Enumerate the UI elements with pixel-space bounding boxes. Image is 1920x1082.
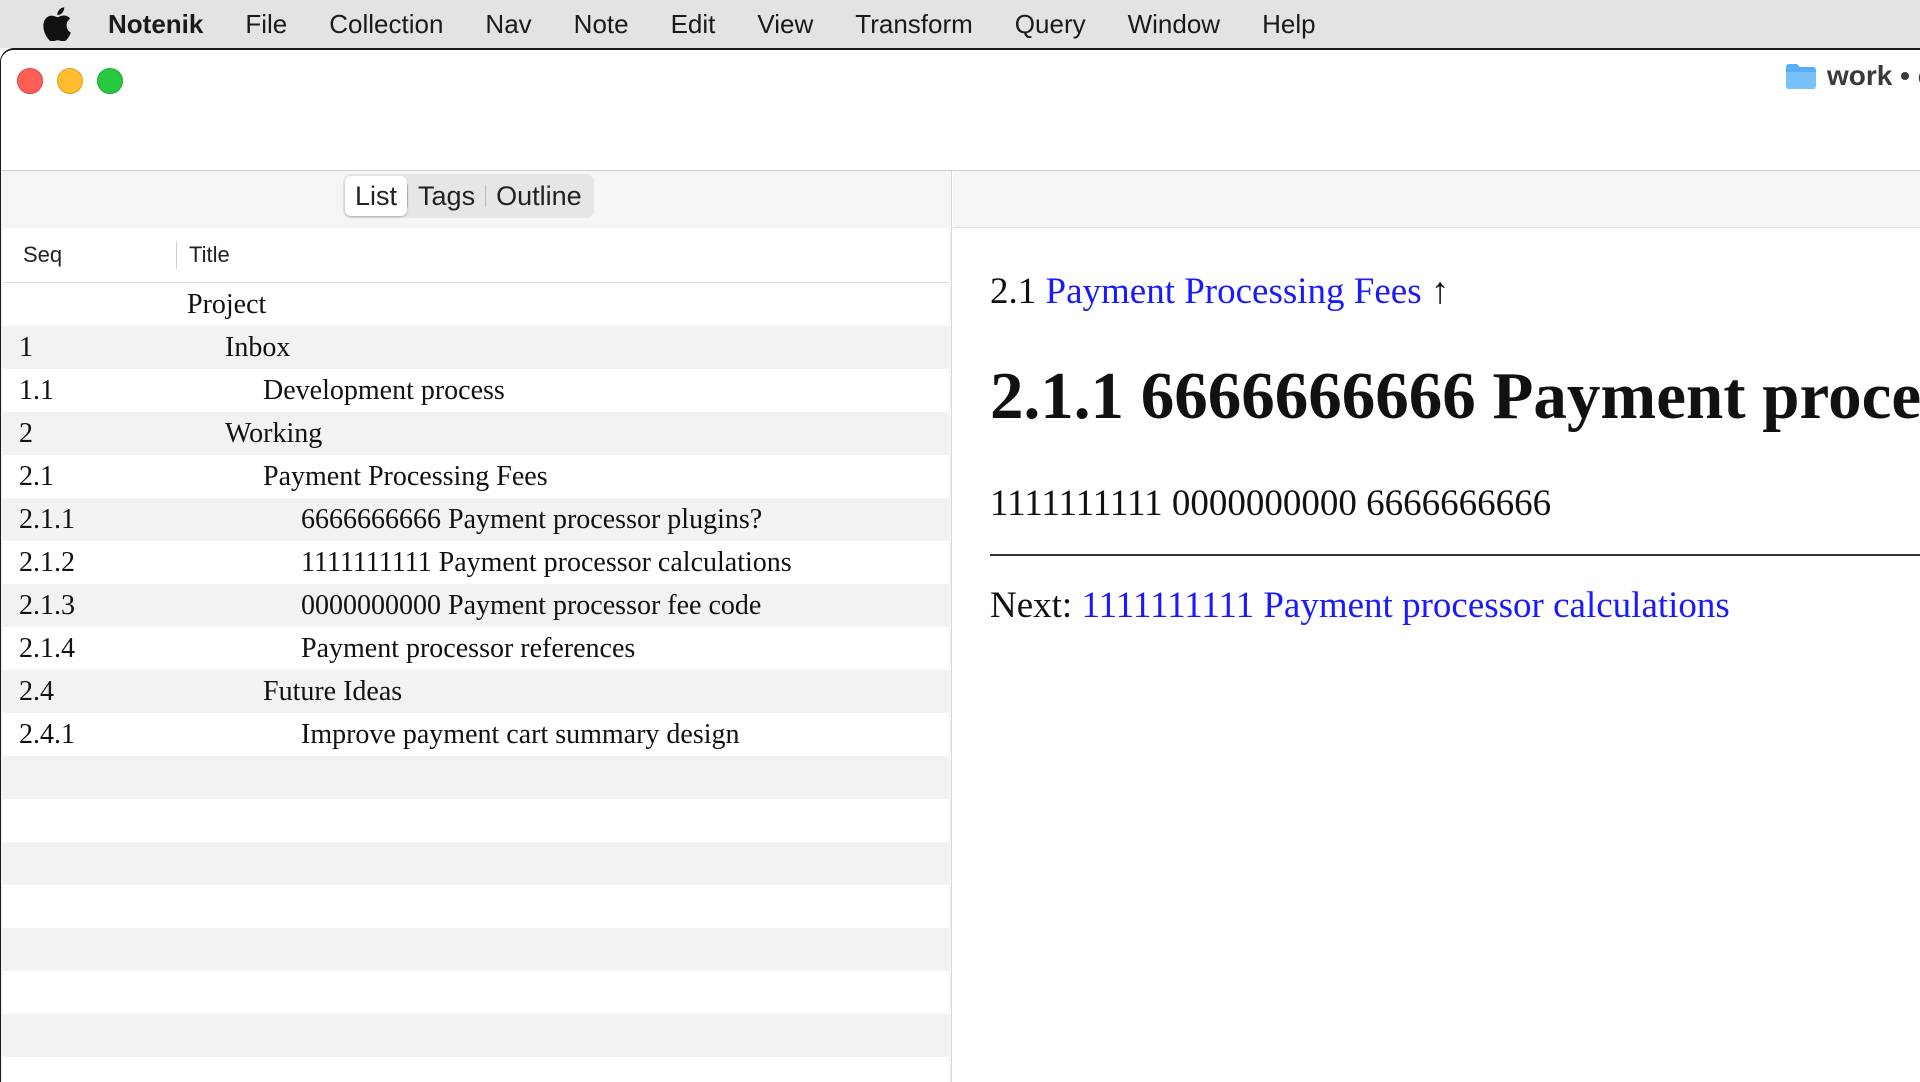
table-row[interactable]: 2.1.2 1111111111 Payment processor calcul… [3,541,949,584]
table-row[interactable]: 2 Working [3,412,949,455]
menu-note[interactable]: Note [574,9,629,40]
table-row[interactable]: 2.1 Payment Processing Fees [3,455,949,498]
row-seq: 2.1.2 [19,546,75,578]
empty-row [3,799,949,842]
table-row[interactable]: 2.4.1 Improve payment cart summary design [3,713,949,756]
menu-app-name[interactable]: Notenik [108,9,203,40]
parent-link-line: 2.1 Payment Processing Fees ↑ [990,270,1449,313]
column-header-title[interactable]: Title [177,242,230,268]
menu-window[interactable]: Window [1128,9,1220,40]
column-header-seq[interactable]: Seq [3,241,177,269]
row-title: Improve payment cart summary design [301,718,740,750]
row-seq: 1.1 [19,374,54,406]
menu-edit[interactable]: Edit [671,9,716,40]
close-window-button[interactable] [17,68,43,94]
parent-note-link[interactable]: Payment Processing Fees [1046,271,1422,312]
row-title: Payment processor references [301,632,636,664]
row-title: Working [225,417,323,449]
app-window: work • c List Tags Outline Seq Title Pro… [0,48,1920,1082]
menu-bar: Notenik File Collection Nav Note Edit Vi… [0,0,1920,48]
row-seq: 2.1 [19,460,54,492]
view-switcher: List Tags Outline [343,174,594,218]
table-row[interactable]: 2.1.1 6666666666 Payment processor plugin… [3,498,949,541]
empty-row [3,842,949,885]
apple-menu-icon[interactable] [40,7,74,41]
note-title: 2.1.1 6666666666 Payment processor plugi… [990,359,1920,433]
row-title: 0000000000 Payment processor fee code [301,589,762,621]
table-rows: Project 1 Inbox 1.1 Development process 2 Work… [3,283,949,1082]
row-title: Future Ideas [263,675,403,707]
window-title-text: work • c [1827,60,1920,91]
window-titlebar: work • c [1,50,1920,171]
row-seq: 2.1.4 [19,632,75,664]
folder-icon [1786,64,1816,89]
next-link-line: Next: 1111111111 Payment processor calcu… [990,584,1730,627]
table-row[interactable]: 2.1.3 0000000000 Payment processor fee co… [3,584,949,627]
window-title: work • c [1785,60,1920,92]
row-seq: 2.4.1 [19,718,75,750]
tab-tags[interactable]: Tags [408,176,485,216]
horizontal-rule [990,554,1920,556]
next-label: Next: [990,585,1073,626]
menu-nav[interactable]: Nav [485,9,531,40]
menu-help[interactable]: Help [1262,9,1315,40]
row-seq: 2.1.1 [19,503,75,535]
table-row[interactable]: 2.1.4 Payment processor references [3,627,949,670]
menu-view[interactable]: View [757,9,813,40]
empty-row [3,1014,949,1057]
table-row[interactable]: 1 Inbox [3,326,949,369]
row-seq: 2.4 [19,675,54,707]
table-row[interactable]: 1.1 Development process [3,369,949,412]
row-title: 6666666666 Payment processor plugins? [301,503,763,535]
table-row[interactable]: 2.4 Future Ideas [3,670,949,713]
note-body: 1111111111 0000000000 6666666666 [990,483,1552,524]
empty-row [3,971,949,1014]
row-seq: 2 [19,417,33,449]
up-arrow-icon[interactable]: ↑ [1431,271,1450,312]
note-display: 2.1 Payment Processing Fees ↑ 2.1.1 6666… [953,228,1920,1082]
empty-row [3,756,949,799]
empty-row [3,1057,949,1082]
display-pane-header [953,171,1920,228]
minimize-window-button[interactable] [57,68,83,94]
menu-transform[interactable]: Transform [855,9,973,40]
parent-seq: 2.1 [990,271,1037,312]
row-title: 1111111111 Payment processor calculation… [301,546,792,578]
table-header: Seq Title [3,228,949,283]
row-seq: 1 [19,331,33,363]
next-note-link[interactable]: 1111111111 Payment processor calculation… [1081,585,1729,626]
zoom-window-button[interactable] [97,68,123,94]
menu-query[interactable]: Query [1015,9,1086,40]
row-title: Payment Processing Fees [263,460,548,492]
row-seq: 2.1.3 [19,589,75,621]
row-title: Development process [263,374,505,406]
table-row[interactable]: Project [3,283,949,326]
empty-row [3,928,949,971]
row-title: Inbox [225,331,291,363]
menu-collection[interactable]: Collection [329,9,443,40]
tab-list[interactable]: List [345,176,408,216]
tab-outline[interactable]: Outline [486,176,592,216]
menu-file[interactable]: File [245,9,287,40]
notes-table: Seq Title Project 1 Inbox 1.1 Development pr… [3,228,949,1082]
row-title: Project [187,288,267,320]
empty-row [3,885,949,928]
